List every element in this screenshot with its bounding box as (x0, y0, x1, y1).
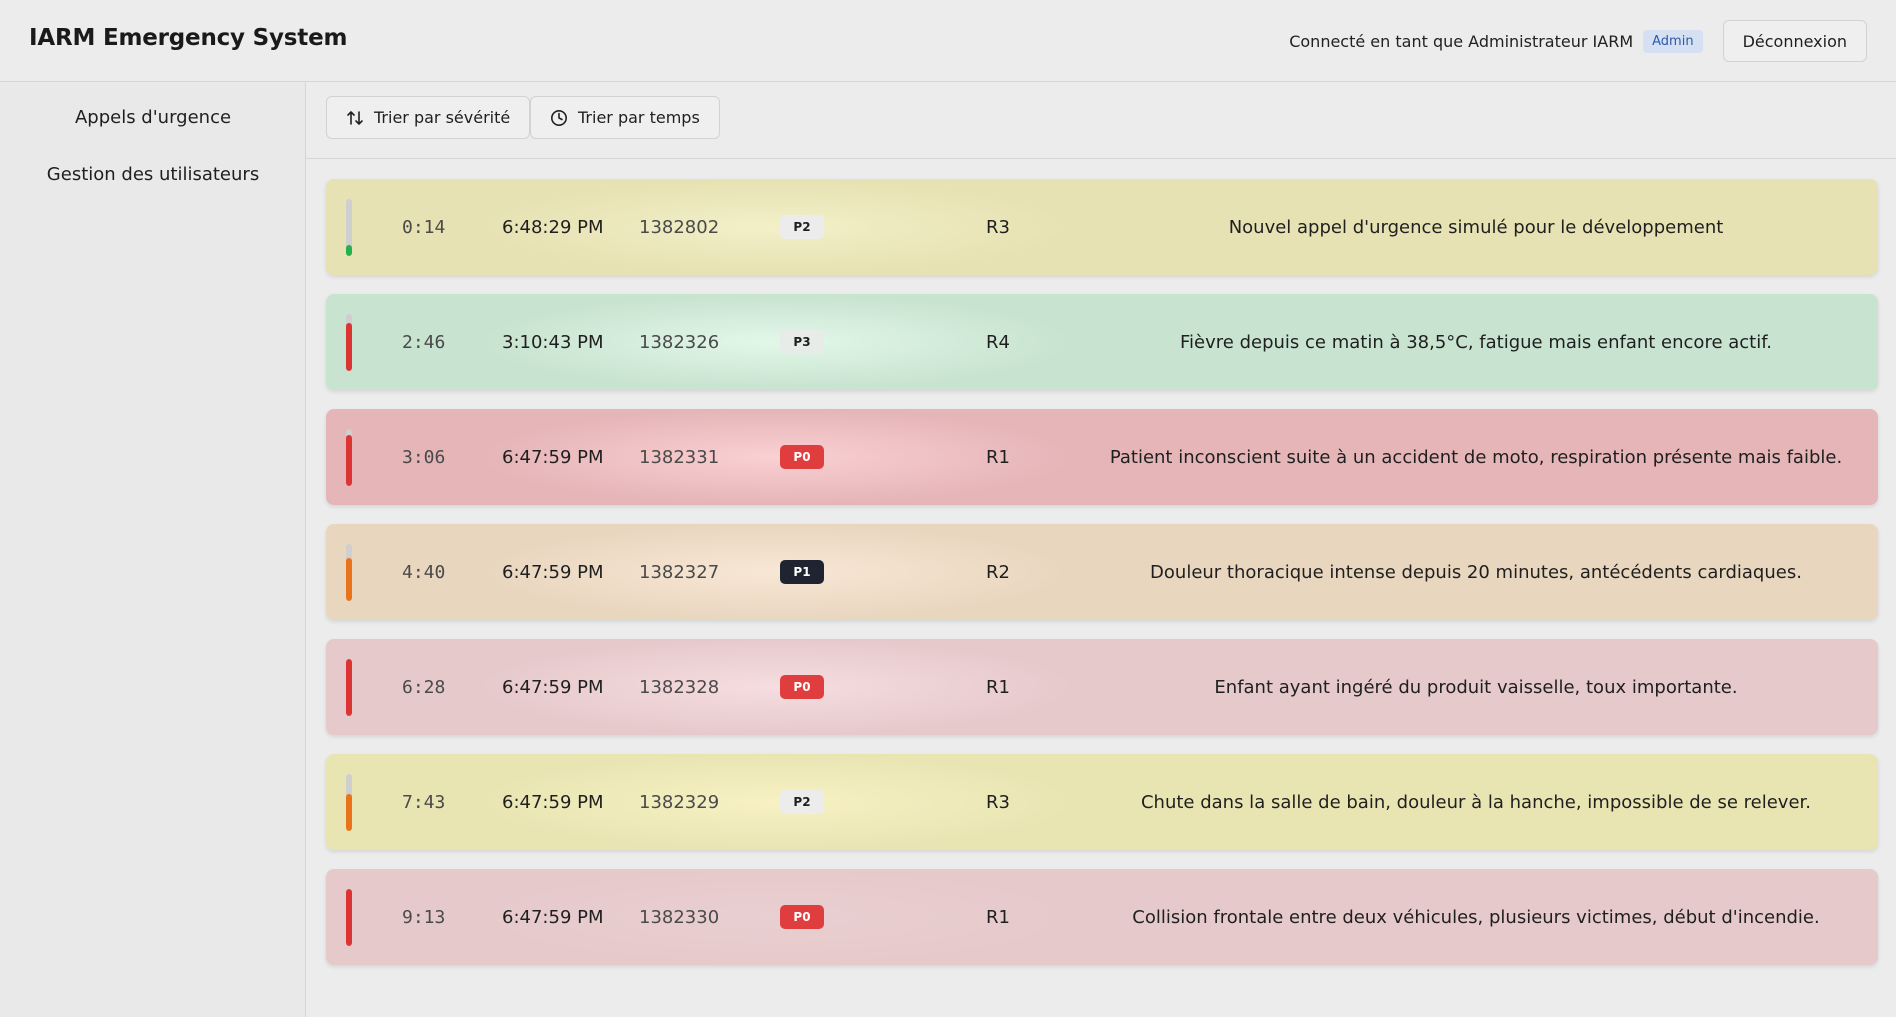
call-time: 6:47:59 PM (502, 906, 604, 928)
call-time: 6:47:59 PM (502, 561, 604, 583)
response-level: R2 (986, 561, 1010, 583)
call-id: 1382330 (639, 906, 720, 928)
sort-by-severity-label: Trier par sévérité (374, 108, 511, 127)
call-time: 6:47:59 PM (502, 676, 604, 698)
call-id: 1382802 (639, 216, 720, 238)
call-row[interactable]: 6:28 6:47:59 PM 1382328 R1 Enfant ayant ingé… (326, 639, 1878, 735)
priority-badge: P3 (780, 330, 824, 354)
severity-bar-fill (346, 889, 352, 946)
sort-by-time-label: Trier par temps (578, 108, 700, 127)
priority-badge: P1 (780, 560, 824, 584)
elapsed-time: 7:43 (402, 791, 446, 813)
call-id: 1382329 (639, 791, 720, 813)
response-level: R3 (986, 791, 1010, 813)
sort-arrows-icon (347, 110, 363, 125)
severity-bar-fill (346, 322, 352, 371)
toolbar: Trier par sévérité Trier par temps (306, 82, 1896, 159)
severity-bar (346, 774, 352, 831)
sort-by-time-button[interactable]: Trier par temps (530, 96, 720, 139)
elapsed-time: 3:06 (402, 446, 446, 468)
call-id: 1382327 (639, 561, 720, 583)
elapsed-time: 6:28 (402, 676, 446, 698)
severity-bar-fill (346, 793, 352, 831)
call-description: Patient inconscient suite à un accident … (1109, 446, 1843, 468)
elapsed-time: 2:46 (402, 331, 446, 353)
priority-badge: P2 (780, 790, 824, 814)
call-time: 6:47:59 PM (502, 446, 604, 468)
severity-bar-fill (346, 434, 352, 486)
call-description: Fièvre depuis ce matin à 38,5°C, fatigue… (1180, 331, 1772, 353)
severity-bar-fill (346, 558, 352, 601)
severity-bar (346, 314, 352, 371)
severity-bar (346, 659, 352, 716)
call-row[interactable]: 2:46 3:10:43 PM 1382326 R4 Fièvre depuis ce … (326, 294, 1878, 390)
call-id: 1382331 (639, 446, 720, 468)
sort-by-severity-button[interactable]: Trier par sévérité (326, 96, 531, 139)
severity-bar-fill (346, 659, 352, 716)
sidebar-item-emergency-calls[interactable]: Appels d'urgence (0, 107, 306, 128)
call-id: 1382326 (639, 331, 720, 353)
priority-badge: P0 (780, 675, 824, 699)
logged-in-text: Connecté en tant que Administrateur IARM (1289, 31, 1634, 51)
user-area: Connecté en tant que Administrateur IARM… (1289, 20, 1867, 62)
response-level: R4 (986, 331, 1010, 353)
call-time: 6:48:29 PM (502, 216, 604, 238)
call-description: Collision frontale entre deux véhicules,… (1132, 906, 1820, 928)
call-description: Nouvel appel d'urgence simulé pour le dé… (1228, 216, 1724, 238)
call-description: Enfant ayant ingéré du produit vaisselle… (1214, 676, 1738, 698)
logout-button[interactable]: Déconnexion (1722, 20, 1867, 62)
response-level: R1 (986, 676, 1010, 698)
priority-badge: P0 (780, 905, 824, 929)
elapsed-time: 0:14 (402, 216, 446, 238)
call-description: Chute dans la salle de bain, douleur à l… (1140, 791, 1812, 813)
response-level: R1 (986, 906, 1010, 928)
severity-bar (346, 544, 352, 601)
sidebar-item-user-management[interactable]: Gestion des utilisateurs (0, 164, 306, 185)
severity-bar (346, 429, 352, 486)
call-row[interactable]: 4:40 6:47:59 PM 1382327 R2 Douleur thoraciqu… (326, 524, 1878, 620)
clock-icon (551, 109, 567, 126)
role-badge: Admin (1643, 29, 1703, 53)
call-row[interactable]: 0:14 6:48:29 PM 1382802 R3 Nouvel appel d'ur… (326, 179, 1878, 275)
call-id: 1382328 (639, 676, 720, 698)
call-row[interactable]: 7:43 6:47:59 PM 1382329 R3 Chute dans la sal… (326, 754, 1878, 850)
call-description: Douleur thoracique intense depuis 20 min… (1150, 561, 1802, 583)
sidebar: Appels d'urgence Gestion des utilisateur… (0, 82, 306, 1017)
app-title: IARM Emergency System (29, 25, 348, 51)
elapsed-time: 9:13 (402, 906, 446, 928)
priority-badge: P2 (780, 215, 824, 239)
response-level: R3 (986, 216, 1010, 238)
call-time: 6:47:59 PM (502, 791, 604, 813)
call-row[interactable]: 3:06 6:47:59 PM 1382331 R1 Patient inconscie… (326, 409, 1878, 505)
priority-badge: P0 (780, 445, 824, 469)
severity-bar (346, 889, 352, 946)
call-time: 3:10:43 PM (502, 331, 604, 353)
call-row[interactable]: 9:13 6:47:59 PM 1382330 R1 Collision frontal… (326, 869, 1878, 965)
severity-bar (346, 199, 352, 256)
top-header: IARM Emergency System Connecté en tant q… (0, 0, 1896, 82)
response-level: R1 (986, 446, 1010, 468)
elapsed-time: 4:40 (402, 561, 446, 583)
severity-bar-fill (346, 244, 352, 256)
